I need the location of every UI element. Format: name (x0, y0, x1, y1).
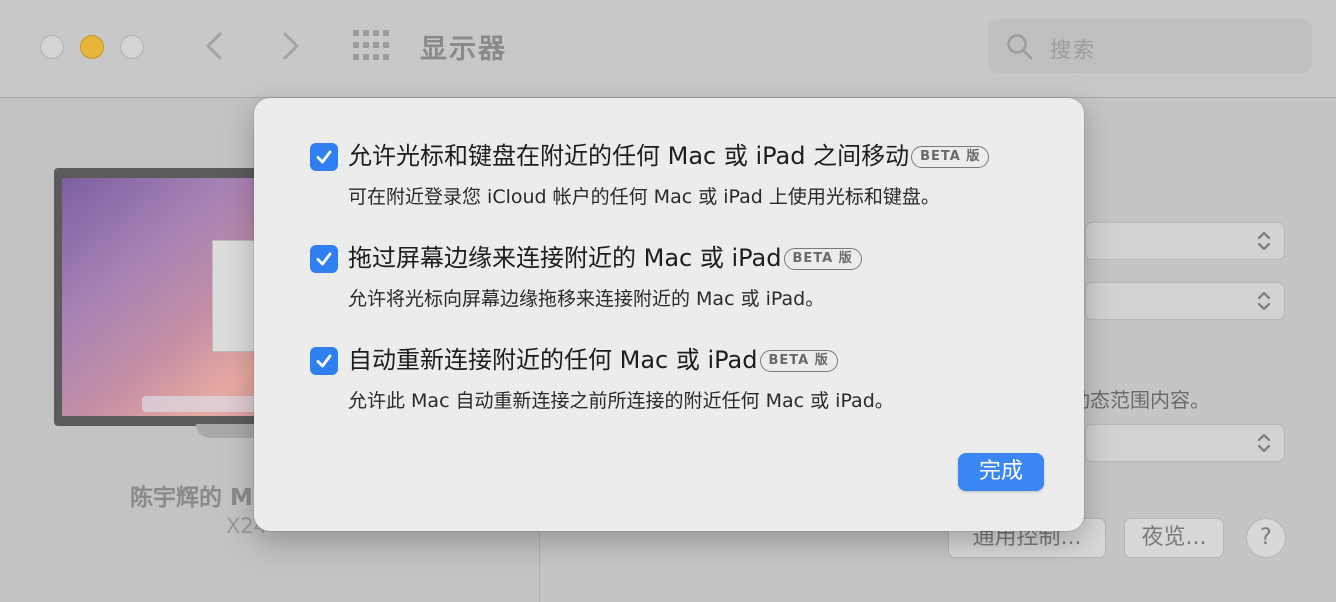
option-title: 自动重新连接附近的任何 Mac 或 iPad BETA 版 (348, 342, 838, 378)
grid-icon (353, 30, 389, 60)
option-description: 允许将光标向屏幕边缘拖移来连接附近的 Mac 或 iPad。 (348, 288, 825, 310)
move-cursor-checkbox[interactable] (310, 143, 338, 171)
window-title: 显示器 (420, 34, 507, 65)
back-icon (206, 32, 222, 60)
beta-badge: BETA 版 (911, 146, 990, 168)
auto-reconnect-checkbox[interactable] (310, 347, 338, 375)
rotation-select[interactable] (1085, 424, 1285, 462)
search-icon (1007, 34, 1033, 60)
done-button[interactable]: 完成 (958, 453, 1044, 491)
checkmark-icon (316, 354, 332, 368)
checkmark-icon (316, 252, 332, 266)
search-field[interactable]: 搜索 (988, 19, 1312, 73)
option-description: 可在附近登录您 iCloud 帐户的任何 Mac 或 iPad 上使用光标和键盘… (348, 186, 940, 208)
push-through-checkbox[interactable] (310, 245, 338, 273)
back-button[interactable] (200, 28, 230, 64)
beta-badge: BETA 版 (783, 248, 862, 270)
option-description: 允许此 Mac 自动重新连接之前所连接的附近任何 Mac 或 iPad。 (348, 390, 894, 412)
option-title-text: 允许光标和键盘在附近的任何 Mac 或 iPad 之间移动 (348, 142, 910, 170)
option-title: 拖过屏幕边缘来连接附近的 Mac 或 iPad BETA 版 (348, 240, 862, 276)
night-shift-button[interactable]: 夜览... (1124, 518, 1224, 558)
minimize-button[interactable] (80, 35, 104, 59)
system-preferences-window: 显示器 搜索 陈宇辉的 M X24 动态范围内容。 通用控制... 夜览... … (0, 0, 1336, 602)
show-all-button[interactable] (353, 30, 389, 60)
search-placeholder: 搜索 (1050, 38, 1096, 62)
chevron-updown-icon (1257, 291, 1271, 311)
universal-control-sheet: 允许光标和键盘在附近的任何 Mac 或 iPad 之间移动 BETA 版 可在附近… (254, 98, 1084, 531)
help-button[interactable]: ? (1246, 518, 1286, 558)
display-name: 陈宇辉的 M (130, 485, 253, 511)
forward-icon (283, 32, 299, 60)
title-bar: 显示器 搜索 (0, 0, 1336, 98)
checkmark-icon (316, 150, 332, 164)
refresh-rate-select[interactable] (1085, 282, 1285, 320)
resolution-select[interactable] (1085, 222, 1285, 260)
chevron-updown-icon (1257, 231, 1271, 251)
maximize-button[interactable] (120, 35, 144, 59)
chevron-updown-icon (1257, 433, 1271, 453)
hdr-description: 动态范围内容。 (1070, 388, 1210, 412)
option-title-text: 拖过屏幕边缘来连接附近的 Mac 或 iPad (348, 244, 782, 272)
close-button[interactable] (40, 35, 64, 59)
beta-badge: BETA 版 (759, 350, 838, 372)
option-title-text: 自动重新连接附近的任何 Mac 或 iPad (348, 346, 758, 374)
option-title: 允许光标和键盘在附近的任何 Mac 或 iPad 之间移动 BETA 版 (348, 138, 990, 174)
forward-button[interactable] (275, 28, 305, 64)
